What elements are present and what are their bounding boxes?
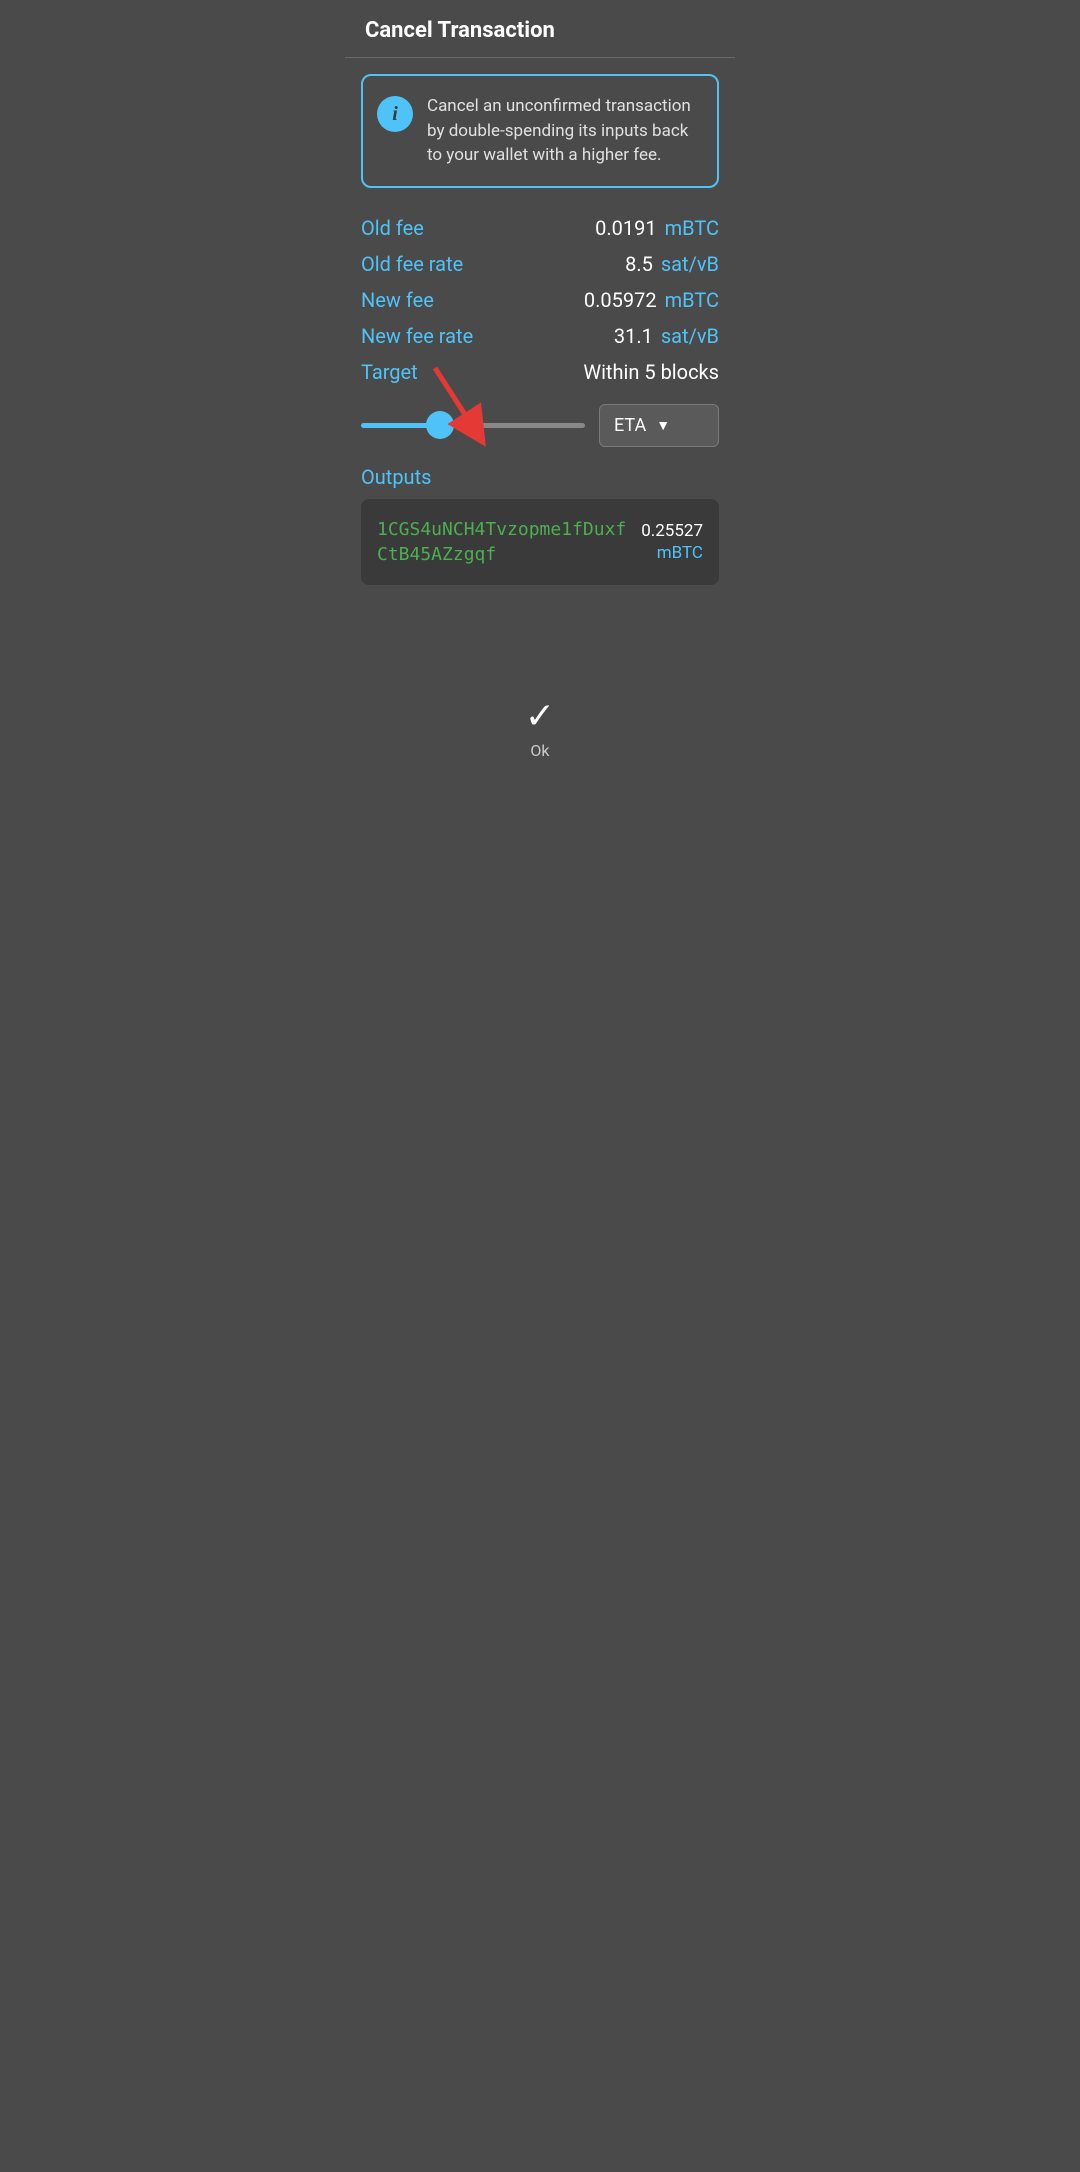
target-value-group: Within 5 blocks <box>583 360 719 384</box>
fee-rate-slider[interactable] <box>361 423 585 428</box>
target-label: Target <box>361 360 418 384</box>
old-fee-value-group: 0.0191 mBTC <box>595 216 719 240</box>
header-divider <box>345 57 735 58</box>
info-text: Cancel an unconfirmed transaction by dou… <box>427 94 699 168</box>
chevron-down-icon: ▼ <box>656 417 670 434</box>
output-amount-group: 0.25527 mBTC <box>641 521 703 563</box>
info-icon: i <box>392 103 398 126</box>
main-content: i Cancel an unconfirmed transaction by d… <box>345 74 735 665</box>
eta-dropdown[interactable]: ETA ▼ <box>599 404 719 447</box>
target-row: Target Within 5 blocks <box>361 354 719 390</box>
new-fee-rate-unit: sat/vB <box>661 324 719 348</box>
new-fee-value-group: 0.05972 mBTC <box>584 288 719 312</box>
old-fee-rate-value: 8.5 <box>625 252 653 276</box>
fee-table: Old fee 0.0191 mBTC Old fee rate 8.5 sat… <box>361 210 719 390</box>
old-fee-unit: mBTC <box>665 216 719 240</box>
page-title: Cancel Transaction <box>365 18 555 43</box>
old-fee-row: Old fee 0.0191 mBTC <box>361 210 719 246</box>
output-box: 1CGS4uNCH4Tvzopme1fDuxfCtB45AZzgqf 0.255… <box>361 499 719 585</box>
old-fee-label: Old fee <box>361 216 424 240</box>
new-fee-rate-label: New fee rate <box>361 324 473 348</box>
ok-label: Ok <box>530 741 549 760</box>
new-fee-rate-value: 31.1 <box>614 324 653 348</box>
new-fee-rate-value-group: 31.1 sat/vB <box>614 324 719 348</box>
info-icon-wrapper: i <box>377 96 413 132</box>
old-fee-rate-row: Old fee rate 8.5 sat/vB <box>361 246 719 282</box>
old-fee-rate-value-group: 8.5 sat/vB <box>625 252 719 276</box>
new-fee-rate-row: New fee rate 31.1 sat/vB <box>361 318 719 354</box>
slider-row: ETA ▼ <box>361 404 719 447</box>
header: Cancel Transaction <box>345 0 735 57</box>
output-address: 1CGS4uNCH4Tvzopme1fDuxfCtB45AZzgqf <box>377 517 629 567</box>
old-fee-rate-label: Old fee rate <box>361 252 463 276</box>
old-fee-value: 0.0191 <box>595 216 656 240</box>
new-fee-value: 0.05972 <box>584 288 657 312</box>
output-value: 0.25527 <box>641 521 703 541</box>
info-box: i Cancel an unconfirmed transaction by d… <box>361 74 719 188</box>
outputs-section: Outputs 1CGS4uNCH4Tvzopme1fDuxfCtB45AZzg… <box>361 465 719 585</box>
eta-label: ETA <box>614 415 646 436</box>
slider-wrapper <box>361 423 585 428</box>
page-container: Cancel Transaction i Cancel an unconfirm… <box>345 0 735 780</box>
outputs-label: Outputs <box>361 465 719 489</box>
new-fee-row: New fee 0.05972 mBTC <box>361 282 719 318</box>
ok-button[interactable]: ✓ Ok <box>525 695 555 760</box>
output-unit: mBTC <box>657 543 703 563</box>
target-value: Within 5 blocks <box>583 360 719 384</box>
footer: ✓ Ok <box>345 665 735 780</box>
checkmark-icon: ✓ <box>525 695 555 737</box>
old-fee-rate-unit: sat/vB <box>661 252 719 276</box>
new-fee-unit: mBTC <box>665 288 719 312</box>
new-fee-label: New fee <box>361 288 434 312</box>
